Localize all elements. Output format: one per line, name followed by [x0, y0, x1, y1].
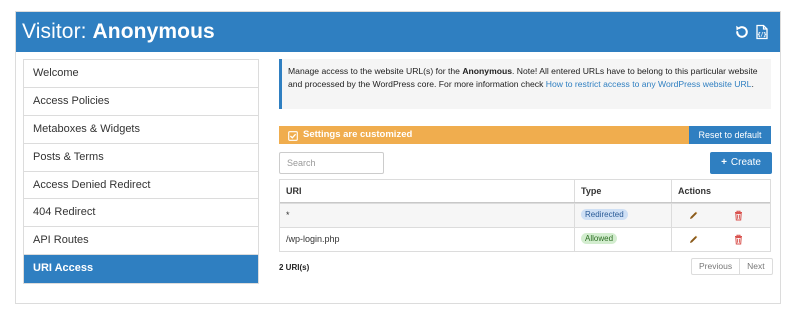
sidebar-item-404-redirect[interactable]: 404 Redirect [24, 199, 258, 228]
export-icon[interactable]: {/} [754, 24, 770, 40]
notice-text-end: . [751, 79, 754, 89]
sidebar-item-welcome[interactable]: Welcome [24, 60, 258, 88]
reset-to-default-button[interactable]: Reset to default [689, 126, 771, 144]
previous-page-button[interactable]: Previous [692, 259, 739, 274]
sidebar-item-api-routes[interactable]: API Routes [24, 227, 258, 256]
sidebar-item-posts-terms[interactable]: Posts & Terms [24, 143, 258, 172]
sidebar-item-uri-access[interactable]: URI Access [24, 255, 258, 284]
table-header-row: URI Type Actions [280, 180, 770, 203]
sidebar-item-access-denied-redirect[interactable]: Access Denied Redirect [24, 171, 258, 200]
delete-icon[interactable] [733, 234, 744, 245]
title-prefix: Visitor: [22, 20, 93, 43]
actions-cell [672, 228, 770, 251]
info-notice: Manage access to the website URL(s) for … [279, 59, 771, 109]
type-cell: Redirected [575, 204, 672, 227]
create-button[interactable]: + Create [710, 152, 772, 174]
table-row: * Redirected [280, 203, 770, 227]
type-badge: Redirected [581, 209, 628, 221]
notice-text: Manage access to the website URL(s) for … [288, 66, 463, 76]
svg-text:{/}: {/} [757, 32, 767, 38]
uri-cell: * [280, 204, 575, 227]
help-link[interactable]: How to restrict access to any WordPress … [546, 79, 752, 89]
edit-icon[interactable] [688, 234, 699, 245]
reset-icon[interactable] [734, 24, 750, 40]
title-subject: Anonymous [92, 20, 215, 43]
page-title: Visitor: Anonymous [22, 20, 215, 44]
sidebar-item-metaboxes-widgets[interactable]: Metaboxes & Widgets [24, 115, 258, 144]
customized-banner: Settings are customized Reset to default [279, 126, 771, 144]
uri-table: URI Type Actions * Redirected /wp-login.… [279, 179, 771, 252]
column-header-uri[interactable]: URI [280, 180, 575, 202]
table-row: /wp-login.php Allowed [280, 227, 770, 251]
delete-icon[interactable] [733, 210, 744, 221]
plus-icon: + [721, 157, 727, 168]
next-page-button[interactable]: Next [739, 259, 771, 274]
type-cell: Allowed [575, 228, 672, 251]
header-bar: Visitor: Anonymous {/} [16, 12, 780, 52]
uri-cell: /wp-login.php [280, 228, 575, 251]
notice-role: Anonymous [462, 66, 512, 76]
column-header-actions: Actions [678, 186, 712, 196]
checkbox-icon [288, 130, 298, 141]
edit-icon[interactable] [688, 210, 699, 221]
sidebar-item-access-policies[interactable]: Access Policies [24, 87, 258, 116]
search-input[interactable] [279, 152, 384, 174]
actions-cell [672, 204, 770, 227]
uri-count: 2 URI(s) [279, 263, 310, 272]
create-label: Create [730, 157, 761, 168]
banner-message: Settings are customized [303, 129, 413, 140]
pagination: Previous Next [691, 258, 773, 275]
sidebar-menu: Welcome Access Policies Metaboxes & Widg… [23, 59, 259, 285]
type-badge: Allowed [581, 233, 618, 245]
column-header-type[interactable]: Type [575, 180, 672, 202]
